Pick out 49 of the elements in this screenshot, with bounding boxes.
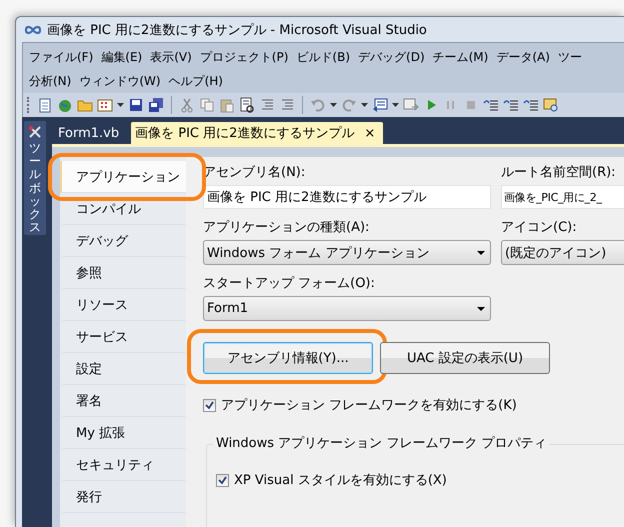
window-icon[interactable]	[372, 97, 388, 113]
document-tab[interactable]: Form1.vb	[52, 122, 130, 144]
globe-icon[interactable]	[57, 97, 73, 113]
caret-icon[interactable]	[361, 103, 368, 107]
menu-item[interactable]: データ(A)	[496, 48, 550, 66]
menu-item[interactable]: ビルド(B)	[296, 48, 350, 66]
caret-icon[interactable]	[330, 103, 337, 107]
group-title: Windows アプリケーション フレームワーク プロパティ	[213, 436, 550, 452]
document-tab[interactable]: 画像を PIC 用に2進数にするサンプル ×	[131, 122, 384, 144]
text-field[interactable]: 画像を_PIC_用に_2_	[501, 185, 624, 209]
infinity-icon	[24, 24, 42, 34]
tools-icon	[28, 125, 42, 139]
checkbox-label: XP Visual スタイルを有効にする(X)	[234, 472, 447, 489]
caret-icon[interactable]	[117, 103, 124, 107]
window-search-icon[interactable]	[543, 97, 559, 113]
menu-item[interactable]: デバッグ(D)	[358, 48, 425, 66]
push-button[interactable]: アセンブリ情報(Y)...	[203, 342, 373, 374]
checkbox[interactable]	[216, 474, 229, 486]
menu-item[interactable]: チーム(M)	[432, 48, 488, 66]
menu-item[interactable]: プロジェクト(P)	[200, 48, 288, 66]
dropdown[interactable]: (既定のアイコン)	[501, 240, 624, 265]
field-label: スタートアップ フォーム(O):	[203, 276, 376, 292]
grid-icon[interactable]	[97, 97, 113, 113]
text-field[interactable]: 画像を PIC 用に2進数にするサンプル	[203, 185, 491, 209]
menu-item[interactable]: ファイル(F)	[29, 48, 94, 66]
dropdown[interactable]: Windows フォーム アプリケーション	[203, 240, 491, 265]
dropdown-arrow-icon	[477, 250, 485, 254]
document-search-icon[interactable]	[239, 97, 255, 113]
nav-item[interactable]: アプリケーション	[60, 161, 186, 193]
document-icon[interactable]	[37, 97, 53, 113]
field-label: アイコン(C):	[501, 220, 578, 236]
window-title: 画像を PIC 用に2進数にするサンプル - Microsoft Visual Studio	[47, 22, 427, 38]
push-button[interactable]: UAC 設定の表示(U)	[380, 342, 550, 374]
checkbox-label: アプリケーション フレームワークを有効にする(K)	[221, 397, 517, 414]
field-label: ルート名前空間(R):	[501, 165, 617, 181]
caret-icon[interactable]	[392, 103, 399, 107]
field-label: アプリケーションの種類(A):	[203, 220, 370, 236]
dropdown-arrow-icon	[477, 306, 485, 310]
menu-item[interactable]: ウィンドウ(W)	[79, 72, 161, 90]
menu-item[interactable]: 表示(V)	[150, 48, 192, 66]
checkbox[interactable]	[203, 398, 216, 412]
dropdown[interactable]: Form1	[203, 296, 491, 321]
menu-item[interactable]: ヘルプ(H)	[168, 72, 223, 90]
menu-item[interactable]: ツー	[558, 48, 582, 66]
disks-icon[interactable]	[148, 97, 164, 113]
toolbox-tab[interactable]: ツールボックス	[24, 121, 46, 235]
menu-item[interactable]: 編集(E)	[101, 48, 142, 66]
close-button[interactable]: ×	[364, 126, 376, 140]
menu-item[interactable]: 分析(N)	[29, 72, 72, 90]
